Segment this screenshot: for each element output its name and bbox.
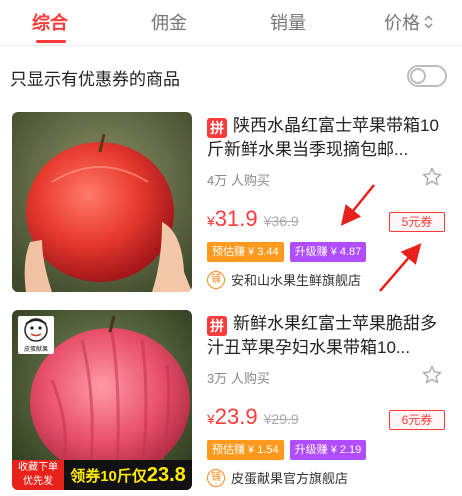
original-price-value: 29.9	[271, 411, 299, 427]
product-image-red-apple[interactable]	[12, 112, 192, 292]
coupon-filter-row: 只显示有优惠券的商品	[0, 48, 462, 102]
shop-row[interactable]: 铺皮蛋献果官方旗舰店	[207, 468, 348, 488]
earnings-row: 预估赚 ¥ 1.54 升级赚 ¥ 2.19	[207, 440, 367, 460]
shop-badge-icon: 铺	[207, 468, 225, 487]
sort-tab-bar: 综合 佣金 销量 价格	[0, 0, 462, 46]
earnings-row: 预估赚 ¥ 3.44 升级赚 ¥ 4.87	[207, 242, 367, 262]
price-line: ¥23.9 ¥29.9	[207, 404, 299, 430]
original-price-value: 36.9	[271, 213, 299, 229]
estimated-earnings-badge: 预估赚 ¥ 3.44	[207, 242, 284, 262]
shop-name: 安和山水果生鲜旗舰店	[231, 273, 362, 288]
brand-logo-text: 皮蛋献果	[23, 347, 48, 353]
banner-right-price: 23.8	[146, 464, 186, 486]
product-title[interactable]: 拼陕西水晶红富士苹果带箱10斤新鲜水果当季现摘包邮...	[207, 114, 451, 162]
brand-logo: 皮蛋献果	[18, 316, 54, 354]
shop-badge-icon: 铺	[207, 270, 225, 289]
product-card[interactable]: 皮蛋献果 收藏下单 优先发 领券10斤仅23.8 拼新鲜水果红富士苹果脆甜多汁丑…	[0, 304, 462, 494]
tab-label: 价格	[384, 13, 420, 33]
tab-label: 销量	[270, 13, 306, 33]
original-price: ¥29.9	[264, 411, 299, 427]
banner-right-prefix: 领券10斤仅	[70, 468, 147, 485]
banner-left-text: 收藏下单 优先发	[18, 462, 58, 487]
coupon-badge[interactable]: 6元券	[389, 410, 445, 430]
product-title-text: 新鲜水果红富士苹果脆甜多汁丑苹果孕妇水果带箱10...	[207, 314, 437, 357]
tab-commission[interactable]: 佣金	[151, 9, 187, 35]
coupon-filter-label: 只显示有优惠券的商品	[10, 70, 180, 89]
tab-label: 综合	[32, 13, 68, 33]
image-banner-left: 收藏下单 优先发	[12, 460, 64, 490]
tab-price[interactable]: 价格	[384, 9, 433, 35]
coupon-badge[interactable]: 5元券	[389, 212, 445, 232]
sold-count: 4万 人购买	[207, 173, 270, 188]
price-line: ¥31.9 ¥36.9	[207, 206, 299, 232]
product-title-text: 陕西水晶红富士苹果带箱10斤新鲜水果当季现摘包邮...	[207, 116, 439, 159]
product-card[interactable]: 拼陕西水晶红富士苹果带箱10斤新鲜水果当季现摘包邮... 4万 人购买 ¥31.…	[0, 106, 462, 296]
star-outline-icon[interactable]	[421, 166, 443, 188]
currency-symbol: ¥	[207, 411, 215, 427]
toggle-knob	[410, 68, 426, 84]
sale-price: 23.9	[214, 404, 258, 429]
shop-name: 皮蛋献果官方旗舰店	[231, 471, 349, 486]
shop-row[interactable]: 铺安和山水果生鲜旗舰店	[207, 270, 361, 290]
pinduoduo-badge-icon: 拼	[207, 316, 227, 336]
star-outline-icon[interactable]	[421, 364, 443, 386]
product-title[interactable]: 拼新鲜水果红富士苹果脆甜多汁丑苹果孕妇水果带箱10...	[207, 312, 451, 360]
image-banner-right: 领券10斤仅23.8	[64, 460, 192, 490]
active-tab-indicator	[36, 40, 66, 43]
tab-comprehensive[interactable]: 综合	[32, 9, 68, 35]
tab-label: 佣金	[151, 13, 187, 33]
sale-price: 31.9	[214, 206, 258, 231]
product-image-striped-apple[interactable]: 皮蛋献果 收藏下单 优先发 领券10斤仅23.8	[12, 310, 192, 490]
coupon-filter-toggle[interactable]	[407, 65, 447, 87]
pinduoduo-badge-icon: 拼	[207, 118, 227, 138]
upgrade-earnings-badge[interactable]: 升级赚 ¥ 2.19	[289, 440, 367, 460]
estimated-earnings-badge: 预估赚 ¥ 1.54	[207, 440, 284, 460]
original-price: ¥36.9	[264, 213, 299, 229]
tab-sales[interactable]: 销量	[270, 9, 306, 35]
upgrade-earnings-badge[interactable]: 升级赚 ¥ 4.87	[289, 242, 367, 262]
currency-symbol: ¥	[207, 213, 215, 229]
sold-count: 3万 人购买	[207, 371, 270, 386]
sort-updown-icon	[424, 15, 433, 29]
